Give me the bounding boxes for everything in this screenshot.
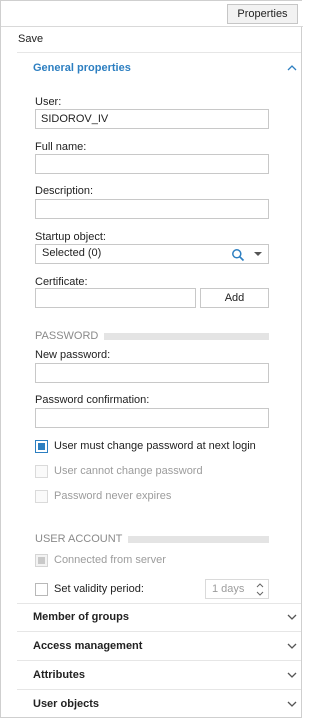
properties-panel: Properties Save General properties User:… xyxy=(0,0,303,718)
startup-object-label: Startup object: xyxy=(35,231,106,243)
properties-button[interactable]: Properties xyxy=(227,4,298,24)
user-account-group-header: USER ACCOUNT xyxy=(35,533,269,545)
must-change-password-checkbox[interactable] xyxy=(35,440,48,453)
certificate-field[interactable] xyxy=(35,288,196,308)
divider xyxy=(17,689,301,690)
connected-from-server-checkbox[interactable] xyxy=(35,554,48,567)
full-name-label: Full name: xyxy=(35,141,87,153)
dropdown-arrow-icon[interactable] xyxy=(254,251,262,257)
user-label: User: xyxy=(35,96,62,108)
chevron-down-icon[interactable] xyxy=(287,642,297,650)
startup-object-select[interactable]: Selected (0) xyxy=(35,244,269,264)
full-name-field[interactable] xyxy=(35,154,269,174)
validity-period-value: 1 days xyxy=(212,583,245,595)
password-never-expires-checkbox[interactable] xyxy=(35,490,48,503)
chevron-down-icon[interactable] xyxy=(287,613,297,621)
new-password-label: New password: xyxy=(35,349,111,361)
chevron-down-icon[interactable] xyxy=(287,671,297,679)
password-confirmation-field[interactable] xyxy=(35,408,269,428)
search-icon[interactable] xyxy=(231,248,245,262)
cannot-change-password-label[interactable]: User cannot change password xyxy=(54,465,203,477)
section-access-management[interactable]: Access management xyxy=(33,640,142,652)
user-account-group-title: USER ACCOUNT xyxy=(35,533,129,545)
top-toolbar: Properties xyxy=(1,1,303,27)
chevron-down-icon[interactable] xyxy=(287,700,297,708)
section-general-properties[interactable]: General properties xyxy=(33,62,131,74)
certificate-label: Certificate: xyxy=(35,276,88,288)
add-certificate-button[interactable]: Add xyxy=(200,288,269,308)
password-group-header: PASSWORD xyxy=(35,330,269,342)
spinner-up-icon[interactable] xyxy=(256,583,264,588)
user-field[interactable]: SIDOROV_IV xyxy=(35,109,269,129)
set-validity-period-label[interactable]: Set validity period: xyxy=(54,583,144,595)
save-link[interactable]: Save xyxy=(18,33,43,45)
set-validity-period-checkbox[interactable] xyxy=(35,583,48,596)
divider xyxy=(17,660,301,661)
spinner-down-icon[interactable] xyxy=(256,591,264,596)
description-label: Description: xyxy=(35,185,94,197)
new-password-field[interactable] xyxy=(35,363,269,383)
startup-object-value: Selected (0) xyxy=(42,247,102,259)
validity-period-stepper[interactable]: 1 days xyxy=(205,579,269,599)
password-group-title: PASSWORD xyxy=(35,330,105,342)
divider xyxy=(17,631,301,632)
password-never-expires-label[interactable]: Password never expires xyxy=(54,490,171,502)
section-user-objects[interactable]: User objects xyxy=(33,698,99,710)
password-confirmation-label: Password confirmation: xyxy=(35,394,150,406)
must-change-password-label[interactable]: User must change password at next login xyxy=(54,440,256,452)
cannot-change-password-checkbox[interactable] xyxy=(35,465,48,478)
divider xyxy=(17,52,301,53)
divider xyxy=(17,603,301,604)
chevron-up-icon[interactable] xyxy=(287,64,297,72)
description-field[interactable] xyxy=(35,199,269,219)
section-attributes[interactable]: Attributes xyxy=(33,669,85,681)
connected-from-server-label[interactable]: Connected from server xyxy=(54,554,166,566)
section-member-of-groups[interactable]: Member of groups xyxy=(33,611,129,623)
